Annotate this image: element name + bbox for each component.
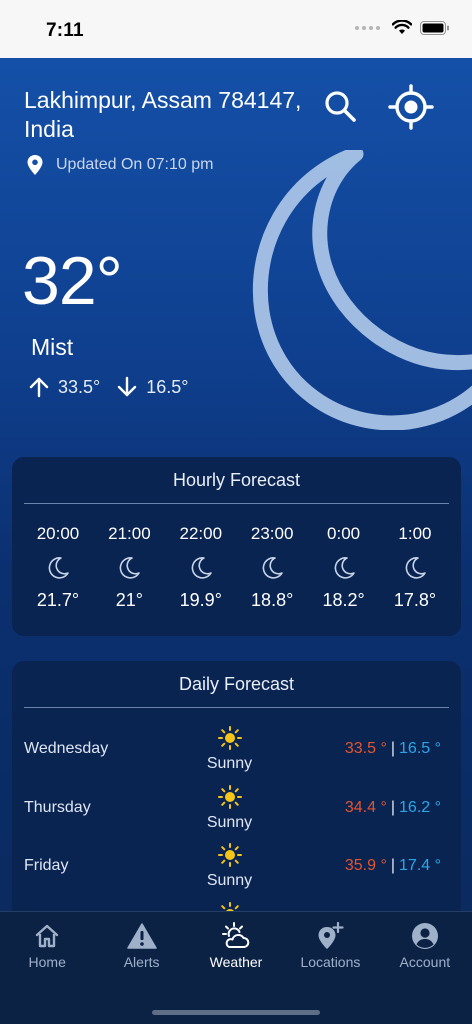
tab-locations[interactable]: Locations bbox=[283, 912, 377, 974]
hour-temp: 21° bbox=[115, 590, 143, 610]
tab-label: Weather bbox=[209, 954, 263, 970]
tab-label: Alerts bbox=[123, 954, 160, 970]
status-bar: 7:11 bbox=[0, 0, 472, 58]
day-name: Wednesday bbox=[24, 740, 109, 757]
daily-row: Thursday Sunny 34.4 ° | 16.2 ° bbox=[12, 773, 461, 832]
tab-label: Locations bbox=[300, 954, 361, 970]
status-time: 7:11 bbox=[46, 20, 84, 41]
hourly-item: 21:00 21° bbox=[99, 524, 159, 611]
status-icons bbox=[355, 20, 450, 35]
sun-icon bbox=[217, 843, 242, 867]
updated-time: Updated On 07:10 pm bbox=[56, 156, 214, 173]
moon-icon bbox=[242, 550, 302, 586]
current-weather-panel: Lakhimpur, Assam 784147, India Updated O… bbox=[0, 58, 472, 911]
hour-time: 20:00 bbox=[36, 524, 80, 543]
signal-dots-icon bbox=[355, 25, 380, 30]
daily-row: Friday Sunny 35.9 ° | 17.4 ° bbox=[12, 831, 461, 890]
hour-temp: 17.8° bbox=[393, 590, 437, 610]
hourly-forecast-title: Hourly Forecast bbox=[172, 470, 301, 490]
hour-temp: 19.9° bbox=[179, 590, 222, 610]
hour-time: 0:00 bbox=[327, 524, 361, 543]
hourly-item: 0:00 18.2° bbox=[314, 524, 374, 611]
tab-bar: Home Alerts Weather Locations Account bbox=[0, 911, 472, 1024]
location-name: Lakhimpur, Assam 784147, India bbox=[24, 87, 302, 142]
battery-icon bbox=[420, 20, 449, 35]
current-temperature: 32° bbox=[22, 243, 123, 319]
hourly-item: 1:00 17.8° bbox=[385, 524, 445, 611]
arrow-up-icon bbox=[29, 377, 49, 398]
day-min: 17.4 ° bbox=[399, 857, 441, 874]
gps-locate-button[interactable] bbox=[388, 84, 434, 130]
hour-temp: 18.2° bbox=[322, 590, 365, 610]
tab-label: Account bbox=[399, 954, 451, 970]
hourly-forecast-card: Hourly Forecast 20:00 21.7° 21:00 21° 22… bbox=[12, 457, 461, 636]
moon-icon bbox=[171, 550, 231, 586]
day-condition: Sunny bbox=[206, 872, 253, 889]
wifi-icon bbox=[392, 20, 412, 34]
hourly-item: 23:00 18.8° bbox=[242, 524, 302, 611]
tab-alerts[interactable]: Alerts bbox=[94, 912, 188, 974]
hour-time: 21:00 bbox=[108, 524, 151, 543]
day-min: 16.2 ° bbox=[399, 798, 441, 816]
hourly-item: 20:00 21.7° bbox=[28, 524, 88, 611]
hour-temp: 21.7° bbox=[36, 590, 80, 610]
day-temps: 35.9 ° | 17.4 ° bbox=[345, 857, 441, 875]
daily-forecast-card[interactable]: Daily Forecast Wednesday Sunny 33.5 °| bbox=[12, 661, 461, 911]
current-condition: Mist bbox=[31, 334, 74, 360]
day-condition-block: Sunny bbox=[192, 726, 267, 773]
sun-icon bbox=[217, 784, 242, 809]
day-condition: Sunny bbox=[206, 813, 253, 831]
tab-weather[interactable]: Weather bbox=[189, 912, 283, 974]
moon-icon bbox=[314, 550, 374, 586]
day-condition: Sunny bbox=[206, 755, 253, 772]
temp-separator: | bbox=[390, 798, 396, 816]
day-condition-block: Sunny bbox=[192, 843, 267, 890]
max-temp-group: 33.5° bbox=[28, 376, 100, 398]
moon-icon bbox=[28, 550, 88, 586]
tab-label: Home bbox=[28, 954, 66, 970]
weather-icon bbox=[221, 922, 251, 950]
day-max: 35.9 ° bbox=[344, 857, 387, 874]
location-pin-icon bbox=[27, 155, 43, 175]
arrow-down-icon bbox=[118, 376, 137, 397]
hour-time: 22:00 bbox=[179, 524, 223, 543]
hourly-list[interactable]: 20:00 21.7° 21:00 21° 22:00 19.9° 23:00 … bbox=[12, 504, 461, 611]
day-temps: 33.5 ° | 16.5 ° bbox=[345, 740, 441, 758]
sun-icon bbox=[220, 901, 239, 911]
hour-temp: 18.8° bbox=[251, 590, 294, 610]
tab-account[interactable]: Account bbox=[378, 912, 472, 974]
location-add-icon bbox=[315, 922, 345, 950]
temp-separator: | bbox=[390, 740, 396, 757]
account-icon bbox=[411, 922, 439, 950]
min-temp: 16.5° bbox=[146, 376, 189, 397]
moon-icon bbox=[385, 550, 445, 586]
day-name: Thursday bbox=[24, 798, 91, 816]
min-temp-group: 16.5° bbox=[116, 376, 188, 398]
tab-home[interactable]: Home bbox=[0, 912, 94, 974]
temp-separator: | bbox=[390, 857, 396, 874]
day-max: 34.4 ° bbox=[344, 798, 387, 816]
day-condition-block bbox=[192, 901, 267, 911]
hourly-item: 22:00 19.9° bbox=[171, 524, 231, 611]
home-icon bbox=[34, 922, 60, 950]
home-indicator bbox=[152, 1010, 320, 1015]
day-condition-block: Sunny bbox=[192, 784, 267, 832]
day-max: 33.5 ° bbox=[344, 740, 387, 757]
hour-time: 23:00 bbox=[250, 524, 294, 543]
daily-row: Wednesday Sunny 33.5 ° | 16.5 ° bbox=[12, 714, 461, 773]
updated-info: Updated On 07:10 pm bbox=[26, 154, 213, 176]
daily-row bbox=[12, 890, 461, 911]
day-temps: 34.4 ° | 16.2 ° bbox=[345, 799, 441, 817]
daily-forecast-title: Daily Forecast bbox=[178, 674, 295, 694]
alert-icon bbox=[126, 922, 157, 950]
moon-icon bbox=[252, 150, 472, 430]
sun-icon bbox=[217, 726, 242, 750]
search-button[interactable] bbox=[320, 86, 360, 126]
day-name: Friday bbox=[24, 857, 69, 874]
hour-time: 1:00 bbox=[398, 524, 432, 543]
max-temp: 33.5° bbox=[58, 376, 101, 397]
min-max-temperature: 33.5° 16.5° bbox=[28, 376, 188, 398]
moon-icon bbox=[99, 550, 159, 586]
day-min: 16.5 ° bbox=[399, 740, 441, 757]
